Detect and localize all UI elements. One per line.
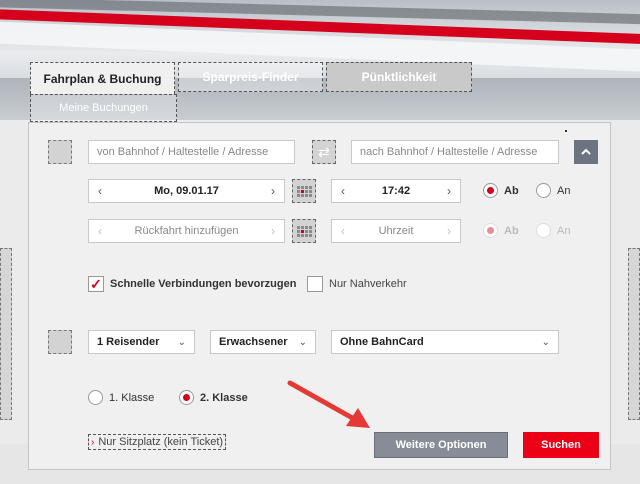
chevron-up-icon xyxy=(581,148,591,155)
return-ab-radio[interactable]: Ab xyxy=(483,223,519,238)
seat-only-link[interactable]: › Nur Sitzplatz (kein Ticket) xyxy=(88,434,227,450)
tab-puenktlichkeit[interactable]: Pünktlichkeit xyxy=(326,62,472,92)
checkmark-icon: ✓ xyxy=(88,276,104,292)
chevron-right-icon[interactable]: › xyxy=(262,224,284,238)
chevron-left-icon[interactable]: ‹ xyxy=(332,224,354,238)
outbound-date-stepper[interactable]: ‹ Mo, 09.01.17 › xyxy=(88,179,285,203)
outbound-ab-radio[interactable]: Ab xyxy=(483,183,519,198)
calendar-icon xyxy=(296,185,312,197)
chevron-left-icon[interactable]: ‹ xyxy=(332,184,354,198)
chevron-right-icon[interactable]: › xyxy=(262,184,284,198)
chevron-left-icon[interactable]: ‹ xyxy=(89,184,111,198)
local-only-checkbox[interactable]: Nur Nahverkehr xyxy=(307,276,407,292)
collapse-button[interactable] xyxy=(574,140,598,164)
search-button[interactable]: Suchen xyxy=(523,432,599,458)
chevron-down-icon: ⌄ xyxy=(298,336,307,348)
panel-dot xyxy=(565,130,567,132)
from-station-input[interactable]: von Bahnhof / Haltestelle / Adresse xyxy=(88,140,295,164)
chevron-right-icon: › xyxy=(91,436,95,448)
to-station-input[interactable]: nach Bahnhof / Haltestelle / Adresse xyxy=(351,140,559,164)
return-calendar-button[interactable] xyxy=(292,219,316,243)
traveller-count-select[interactable]: 1 Reisender ⌄ xyxy=(88,330,195,354)
from-location-placeholder-box xyxy=(48,140,72,164)
tab-meine-buchungen[interactable]: Meine Buchungen xyxy=(30,94,177,122)
first-class-radio[interactable]: 1. Klasse xyxy=(88,390,154,405)
return-time-stepper[interactable]: ‹ Uhrzeit › xyxy=(331,219,461,243)
traveller-placeholder-box xyxy=(48,330,72,354)
fast-connections-checkbox[interactable]: ✓ Schnelle Verbindungen bevorzugen xyxy=(88,276,296,292)
chevron-right-icon[interactable]: › xyxy=(438,184,460,198)
calendar-icon xyxy=(296,225,312,237)
return-date-stepper[interactable]: ‹ Rückfahrt hinzufügen › xyxy=(88,219,285,243)
outbound-calendar-button[interactable] xyxy=(292,179,316,203)
chevron-down-icon: ⌄ xyxy=(541,336,550,348)
second-class-radio[interactable]: 2. Klasse xyxy=(179,390,248,405)
tab-sparpreis-finder[interactable]: Sparpreis-Finder xyxy=(178,62,323,92)
return-an-radio[interactable]: An xyxy=(536,223,570,238)
bahncard-select[interactable]: Ohne BahnCard ⌄ xyxy=(331,330,559,354)
traveller-type-select[interactable]: Erwachsener ⌄ xyxy=(210,330,316,354)
more-options-button[interactable]: Weitere Optionen xyxy=(374,432,508,458)
tab-fahrplan-buchung[interactable]: Fahrplan & Buchung xyxy=(30,62,175,94)
chevron-down-icon: ⌄ xyxy=(177,336,186,348)
outbound-an-radio[interactable]: An xyxy=(536,183,570,198)
outbound-time-stepper[interactable]: ‹ 17:42 › xyxy=(331,179,461,203)
swap-stations-button[interactable]: ⇄ xyxy=(312,140,336,164)
annotation-arrow-icon xyxy=(287,380,370,428)
right-dashed-region xyxy=(628,248,640,420)
chevron-left-icon[interactable]: ‹ xyxy=(89,224,111,238)
chevron-right-icon[interactable]: › xyxy=(438,224,460,238)
left-dashed-region xyxy=(0,248,12,420)
swap-icon: ⇄ xyxy=(318,143,330,160)
